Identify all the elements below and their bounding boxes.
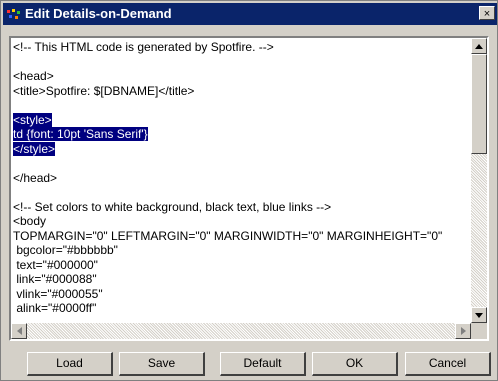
save-button[interactable]: Save [119,352,205,376]
arrow-down-icon [475,312,483,318]
default-button[interactable]: Default [220,352,306,376]
code-line-text: <!-- Set colors to white background, bla… [13,199,332,214]
code-line: <!-- Set colors to white background, bla… [13,200,469,215]
dialog-title: Edit Details-on-Demand [25,6,172,21]
code-line-text: bgcolor="#bbbbbb" [13,243,118,257]
code-line-text: link="#000088" [13,272,97,286]
code-line-text: TOPMARGIN="0" LEFTMARGIN="0" MARGINWIDTH… [13,228,443,243]
code-line-text: <head> [13,69,54,83]
spotfire-app-icon [7,9,20,19]
scroll-down-button[interactable] [471,307,487,323]
vertical-scrollbar[interactable] [471,38,487,323]
ok-button[interactable]: OK [312,352,398,376]
arrow-up-icon [475,43,483,49]
code-line: bgcolor="#bbbbbb" [13,243,469,258]
title-bar[interactable]: Edit Details-on-Demand × [3,3,497,25]
code-line-text: <title>Spotfire: $[DBNAME]</title> [13,83,195,98]
code-line: alink="#0000ff" [13,301,469,316]
close-button[interactable]: × [479,6,495,20]
code-line: text="#000000" [13,258,469,273]
code-line-text: <style> [13,112,52,127]
code-text-area[interactable]: <!-- This HTML code is generated by Spot… [13,40,469,320]
code-line-text: vlink="#000055" [13,286,103,301]
code-line-text: <body [13,214,47,228]
code-line: <!-- This HTML code is generated by Spot… [13,40,469,55]
horizontal-scrollbar[interactable] [11,323,471,339]
scroll-up-button[interactable] [471,38,487,54]
code-line-text: alink="#0000ff" [13,301,97,315]
code-line: vlink="#000055" [13,287,469,302]
vertical-scroll-thumb[interactable] [471,54,487,154]
scroll-left-button[interactable] [11,323,27,339]
arrow-left-icon [16,327,22,335]
code-line-text: </style> [13,141,56,156]
code-line-text: td {font: 10pt 'Sans Serif'} [13,127,148,141]
code-line-text: text="#000000" [13,257,98,272]
html-code-editor[interactable]: <!-- This HTML code is generated by Spot… [9,36,489,341]
code-line: td {font: 10pt 'Sans Serif'} [13,127,469,142]
close-icon: × [483,8,491,20]
scrollbar-corner [471,323,487,339]
load-button[interactable]: Load [27,352,113,376]
cancel-button[interactable]: Cancel [405,352,491,376]
code-line-text: <!-- This HTML code is generated by Spot… [13,40,274,54]
scroll-right-button[interactable] [455,323,471,339]
code-line: </style> [13,141,469,157]
code-line: <style> [13,112,469,128]
arrow-right-icon [460,327,466,335]
code-line: TOPMARGIN="0" LEFTMARGIN="0" MARGINWIDTH… [13,229,469,244]
code-line: </head> [13,171,469,186]
code-line: <title>Spotfire: $[DBNAME]</title> [13,84,469,99]
code-line: <head> [13,69,469,84]
code-line-text: </head> [13,170,58,185]
edit-details-dialog: Edit Details-on-Demand × <!-- This HTML … [0,0,498,381]
code-line: <body [13,214,469,229]
code-line: link="#000088" [13,272,469,287]
